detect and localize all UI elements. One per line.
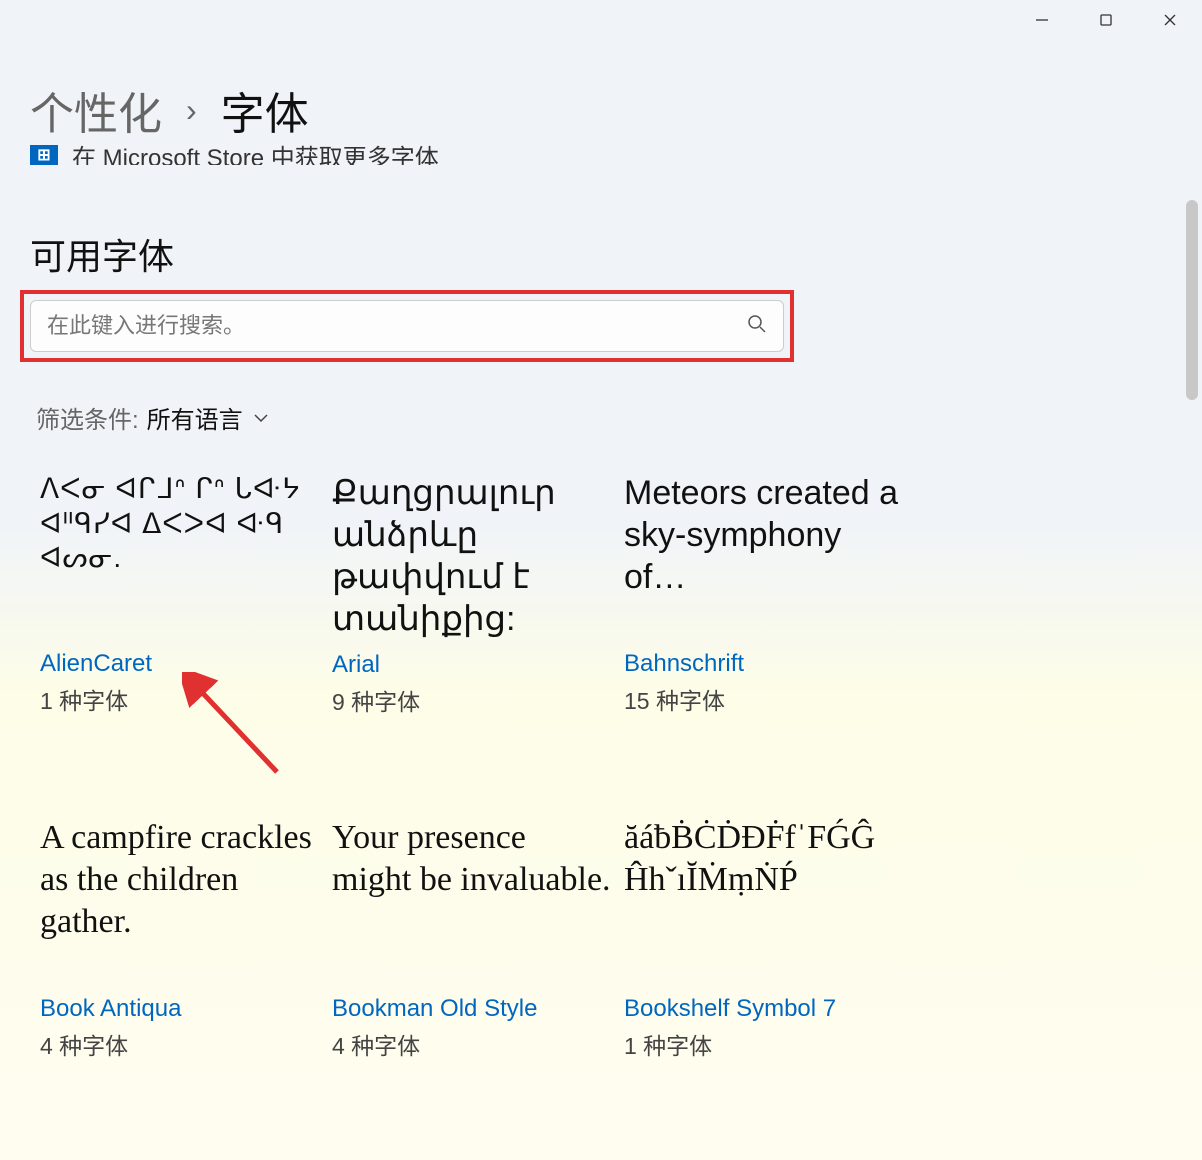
window-controls bbox=[1010, 0, 1202, 40]
font-preview: Քաղցրալուր անձրևը թափվում է տանիքից: bbox=[332, 472, 612, 641]
font-count: 15 种字体 bbox=[624, 682, 904, 716]
font-count: 1 种字体 bbox=[624, 1027, 904, 1061]
filter-dropdown[interactable]: 所有语言 bbox=[147, 400, 269, 435]
font-name: Bahnschrift bbox=[624, 650, 904, 678]
breadcrumb: 个性化 › 字体 bbox=[30, 78, 309, 142]
filter-row: 筛选条件: 所有语言 bbox=[36, 400, 269, 435]
close-button[interactable] bbox=[1138, 0, 1202, 40]
store-link-text: 在 Microsoft Store 中获取更多字体 bbox=[72, 145, 439, 165]
font-card-bahnschrift[interactable]: Meteors created a sky-symphony of… Bahns… bbox=[624, 472, 904, 717]
font-name: Arial bbox=[332, 651, 612, 679]
breadcrumb-parent[interactable]: 个性化 bbox=[30, 78, 162, 142]
font-grid: ᐱᐸᓂ ᐊᒋᒧᐢ ᒋᐢ ᒐᐘᔭ ᐊᐦᑫᓯᐊ ᐃᐸᐳᐊ ᐘᑫ ᐊᔕᓂ. Alien… bbox=[40, 472, 904, 1061]
search-icon bbox=[747, 314, 767, 339]
font-preview: ăáƀḂĊḊĐḞfˈFǴĜ ĤhˇıĬṀṃṄṔ bbox=[624, 817, 904, 985]
breadcrumb-current: 字体 bbox=[221, 78, 309, 142]
maximize-icon bbox=[1099, 13, 1113, 27]
font-card-book-antiqua[interactable]: A campfire crackles as the children gath… bbox=[40, 817, 320, 1061]
search-highlight-box bbox=[20, 290, 794, 362]
section-title: 可用字体 bbox=[30, 228, 174, 280]
font-preview: ᐱᐸᓂ ᐊᒋᒧᐢ ᒋᐢ ᒐᐘᔭ ᐊᐦᑫᓯᐊ ᐃᐸᐳᐊ ᐘᑫ ᐊᔕᓂ. bbox=[40, 472, 320, 640]
breadcrumb-separator-icon: › bbox=[186, 92, 197, 129]
font-count: 9 种字体 bbox=[332, 683, 612, 717]
store-link[interactable]: ⊞ 在 Microsoft Store 中获取更多字体 bbox=[30, 145, 439, 165]
font-preview: Meteors created a sky-symphony of… bbox=[624, 472, 904, 640]
font-name: Bookman Old Style bbox=[332, 995, 612, 1023]
scrollbar[interactable] bbox=[1186, 200, 1198, 400]
font-card-aliencaret[interactable]: ᐱᐸᓂ ᐊᒋᒧᐢ ᒋᐢ ᒐᐘᔭ ᐊᐦᑫᓯᐊ ᐃᐸᐳᐊ ᐘᑫ ᐊᔕᓂ. Alien… bbox=[40, 472, 320, 717]
minimize-button[interactable] bbox=[1010, 0, 1074, 40]
filter-label: 筛选条件: bbox=[36, 400, 139, 435]
search-input-wrapper[interactable] bbox=[30, 300, 784, 352]
font-name: Bookshelf Symbol 7 bbox=[624, 995, 904, 1023]
font-preview: Your presence might be invaluable. bbox=[332, 817, 612, 985]
close-icon bbox=[1163, 13, 1177, 27]
font-card-bookshelf-symbol-7[interactable]: ăáƀḂĊḊĐḞfˈFǴĜ ĤhˇıĬṀṃṄṔ Bookshelf Symbol… bbox=[624, 817, 904, 1061]
maximize-button[interactable] bbox=[1074, 0, 1138, 40]
font-name: AlienCaret bbox=[40, 650, 320, 678]
font-count: 4 种字体 bbox=[332, 1027, 612, 1061]
filter-value: 所有语言 bbox=[147, 400, 243, 435]
font-card-bookman-old-style[interactable]: Your presence might be invaluable. Bookm… bbox=[332, 817, 612, 1061]
chevron-down-icon bbox=[253, 413, 269, 423]
font-preview: A campfire crackles as the children gath… bbox=[40, 817, 320, 985]
minimize-icon bbox=[1035, 13, 1049, 27]
font-card-arial[interactable]: Քաղցրալուր անձրևը թափվում է տանիքից: Ari… bbox=[332, 472, 612, 717]
font-count: 1 种字体 bbox=[40, 682, 320, 716]
search-input[interactable] bbox=[47, 313, 747, 339]
font-count: 4 种字体 bbox=[40, 1027, 320, 1061]
font-name: Book Antiqua bbox=[40, 995, 320, 1023]
store-icon: ⊞ bbox=[30, 145, 58, 165]
